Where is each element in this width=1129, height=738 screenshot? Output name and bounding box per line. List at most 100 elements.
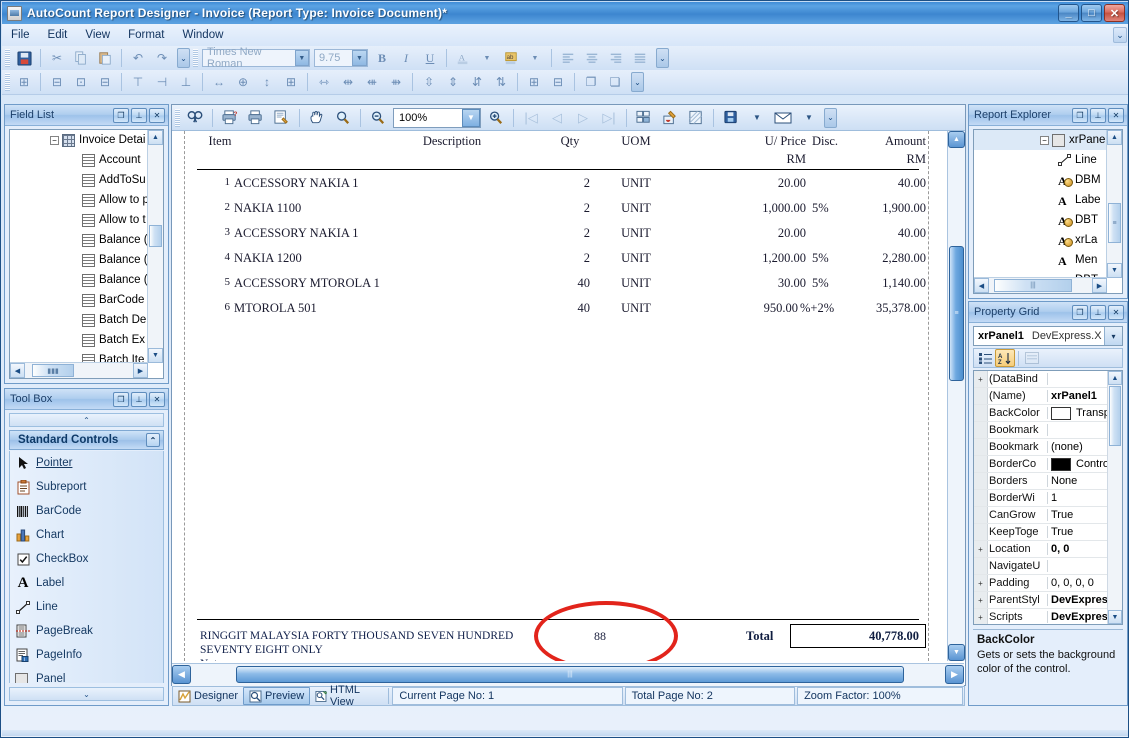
next-page-icon[interactable]: ▷ [571,107,595,129]
toolbar-grip[interactable] [5,49,10,67]
align-middles-icon[interactable]: ⊣ [151,72,173,92]
chevron-down-icon[interactable]: ▼ [462,109,480,127]
property-value[interactable]: 0, 0, 0, 0 [1048,577,1108,589]
property-value[interactable]: 1 [1048,492,1108,504]
tab-preview[interactable]: Preview [243,687,310,705]
tool-item-checkbox[interactable]: CheckBox [10,547,163,571]
font-family-combo[interactable]: Times New Roman ▼ [202,49,310,67]
background-color-icon[interactable] [658,107,682,129]
scrollbar-thumb[interactable]: ≡ [1108,203,1121,243]
scrollbar-thumb[interactable] [149,225,162,247]
expander-toggle[interactable]: − [1040,136,1049,145]
export-icon[interactable] [719,107,743,129]
scrollbar-thumb[interactable] [1109,386,1121,446]
font-color-icon[interactable]: A [452,48,474,68]
scroll-right-arrow-icon[interactable]: ▶ [1092,278,1107,293]
redo-icon[interactable]: ↷ [151,48,173,68]
expander-toggle[interactable]: + [974,579,987,588]
list-item[interactable]: Balance ( [10,230,148,250]
menu-format[interactable]: Format [119,27,173,43]
toolbar-grip[interactable] [5,73,10,91]
tab-designer[interactable]: Designer [173,687,243,705]
align-centers-icon[interactable]: ⊡ [70,72,92,92]
property-row[interactable]: KeepToge True [974,524,1108,541]
align-bottoms-icon[interactable]: ⊥ [175,72,197,92]
restore-icon[interactable]: ❐ [113,108,129,123]
dropdown-arrow-icon[interactable]: ▼ [476,48,498,68]
scroll-up-arrow-icon[interactable]: ▲ [148,130,163,145]
property-row[interactable]: + Padding 0, 0, 0, 0 [974,575,1108,592]
page-setup-icon[interactable] [270,107,294,129]
property-value[interactable]: True [1048,526,1108,538]
restore-icon[interactable]: ❐ [113,392,129,407]
copy-icon[interactable] [70,48,92,68]
preview-horizontal-scrollbar[interactable]: ◀ ||| ▶ [172,663,964,686]
table-row[interactable]: 2 NAKIA 1100 2 UNIT 1,000.00 5% 1,900.00 [172,201,947,221]
list-item[interactable]: Account [10,150,148,170]
list-item[interactable]: BarCode [10,290,148,310]
last-page-icon[interactable]: ▷| [597,107,621,129]
list-item[interactable]: A xrLa [974,230,1107,250]
property-value[interactable]: True [1048,509,1108,521]
tree-row[interactable]: − Invoice Detai [10,130,148,150]
zoom-out-icon[interactable] [366,107,390,129]
align-center-icon[interactable] [581,48,603,68]
center-vertically-icon[interactable]: ⊟ [547,72,569,92]
list-item[interactable]: A DBM [974,170,1107,190]
toolbar-overflow-chevron-icon[interactable]: ⌄ [631,72,644,92]
decrease-vertical-spacing-icon[interactable]: ⇵ [466,72,488,92]
preview-vertical-scrollbar[interactable]: ▲ ≡ ▼ [947,131,965,661]
property-value[interactable]: ControlT [1071,458,1108,470]
expander-toggle[interactable]: − [50,136,59,145]
center-horizontally-icon[interactable]: ⊞ [523,72,545,92]
make-vertical-spacing-equal-icon[interactable]: ⇳ [418,72,440,92]
align-rights-icon[interactable]: ⊟ [94,72,116,92]
scroll-down-arrow-icon[interactable]: ▼ [1108,610,1122,624]
scrollbar-thumb[interactable]: ▮▮▮ [32,364,74,377]
hand-tool-icon[interactable] [305,107,329,129]
property-row[interactable]: + Location 0, 0 [974,541,1108,558]
restore-icon[interactable]: ❐ [1072,305,1088,320]
print-dialog-icon[interactable]: ? [218,107,242,129]
table-row[interactable]: 5 ACCESSORY MTOROLA 1 40 UNIT 30.00 5% 1… [172,276,947,296]
list-item[interactable]: Allow to p [10,190,148,210]
list-item[interactable]: Line [974,150,1107,170]
send-to-back-icon[interactable]: ❏ [604,72,626,92]
property-row[interactable]: BorderWi 1 [974,490,1108,507]
menu-overflow-chevron-icon[interactable]: ⌄ [1113,27,1127,43]
list-item[interactable]: Balance ( [10,270,148,290]
increase-horizontal-spacing-icon[interactable]: ⇹ [337,72,359,92]
search-icon[interactable] [183,107,207,129]
property-pages-icon[interactable] [1022,350,1041,367]
align-right-icon[interactable] [605,48,627,68]
field-list-tree[interactable]: − Invoice Detai Account AddToSu Allow to… [9,129,164,379]
table-row[interactable]: 4 NAKIA 1200 2 UNIT 1,200.00 5% 2,280.00 [172,251,947,271]
highlight-color-icon[interactable]: ab [500,48,522,68]
email-dropdown-arrow-icon[interactable]: ▼ [797,107,821,129]
alphabetical-sort-icon[interactable]: AZ [995,349,1015,367]
scrollbar-thumb[interactable]: ||| [994,279,1072,292]
remove-vertical-spacing-icon[interactable]: ⇅ [490,72,512,92]
tree-row[interactable]: − xrPanel1 [974,130,1107,150]
property-row[interactable]: BackColor Transpa [974,405,1108,422]
expander-toggle[interactable]: + [974,613,987,622]
list-item[interactable]: A DBT [974,210,1107,230]
report-explorer-tree[interactable]: − xrPanel1 Line A DBM A Labe A [973,129,1123,294]
property-value[interactable]: xrPanel1 [1048,390,1108,402]
close-button[interactable]: ✕ [1104,4,1125,22]
tab-html-view[interactable]: HTML View [310,687,386,705]
property-object-selector[interactable]: xrPanel1 DevExpress.X ▾ [973,326,1123,346]
size-to-grid-icon[interactable]: ⊞ [280,72,302,92]
cut-icon[interactable]: ✂ [46,48,68,68]
scroll-right-arrow-icon[interactable]: ▶ [133,363,148,378]
tool-item-pagebreak[interactable]: PageBreak [10,619,163,643]
remove-horizontal-spacing-icon[interactable]: ⇻ [385,72,407,92]
dropdown-arrow-icon[interactable]: ▼ [524,48,546,68]
property-row[interactable]: NavigateU [974,558,1108,575]
report-explorer-vertical-scrollbar[interactable]: ▲ ≡ ▼ [1106,130,1122,278]
pin-icon[interactable]: ⊥ [1090,305,1106,320]
expander-toggle[interactable]: + [974,375,987,384]
close-icon[interactable]: ✕ [149,392,165,407]
property-grid-scrollbar[interactable]: ▲ ▼ [1107,371,1122,624]
paste-icon[interactable] [94,48,116,68]
